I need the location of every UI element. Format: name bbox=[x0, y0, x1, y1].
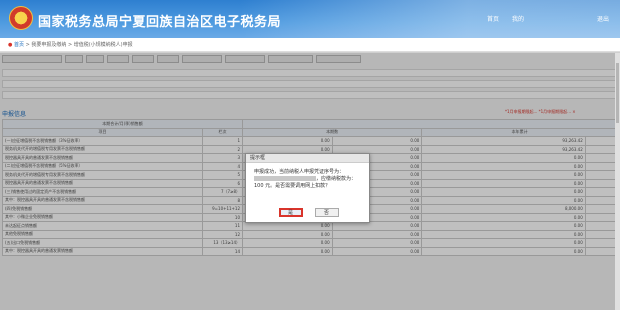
tax-emblem-logo: 税 bbox=[9, 6, 33, 30]
emblem-char: 税 bbox=[16, 15, 26, 25]
message-line: ，应缴纳税款为： bbox=[254, 176, 361, 183]
cancel-button[interactable]: 否 bbox=[314, 208, 339, 217]
nav-home[interactable]: 首页 bbox=[487, 14, 499, 23]
site-title: 国家税务总局宁夏回族自治区电子税务局 bbox=[38, 15, 282, 30]
nav-mine[interactable]: 我的 bbox=[512, 14, 524, 23]
redacted-serial bbox=[254, 176, 316, 181]
nav-logout[interactable]: 退出 bbox=[597, 14, 609, 23]
breadcrumb-path: > 我要申报及缴纳 > 增值税(小规模纳税人)申报 bbox=[23, 42, 133, 48]
banner-background bbox=[240, 0, 620, 38]
message-text: ，应缴纳税款为： bbox=[316, 176, 357, 182]
confirm-button[interactable]: 是 bbox=[278, 208, 303, 217]
breadcrumb-home[interactable]: 首页 bbox=[14, 42, 24, 48]
scrollbar[interactable] bbox=[615, 53, 620, 310]
breadcrumb: ● 首页 > 我要申报及缴纳 > 增值税(小规模纳税人)申报 bbox=[0, 38, 620, 52]
header-banner: 税 国家税务总局宁夏回族自治区电子税务局 首页 我的 退出 bbox=[0, 0, 620, 38]
dialog-title: 提示框 bbox=[246, 154, 369, 163]
location-icon: ● bbox=[8, 42, 13, 48]
dialog-buttons: 是 否 bbox=[246, 208, 371, 217]
message-line: 100 元。是否需要调用网上扣款？ bbox=[254, 183, 331, 189]
scrollbar-thumb[interactable] bbox=[616, 63, 619, 123]
prompt-dialog: 提示框 申报成功，当前纳税人申报凭证序号为： ，应缴纳税款为： 100 元。是否… bbox=[245, 153, 370, 223]
message-line: 申报成功，当前纳税人申报凭证序号为： bbox=[254, 169, 345, 175]
dialog-message: 申报成功，当前纳税人申报凭证序号为： ，应缴纳税款为： 100 元。是否需要调用… bbox=[246, 163, 369, 190]
